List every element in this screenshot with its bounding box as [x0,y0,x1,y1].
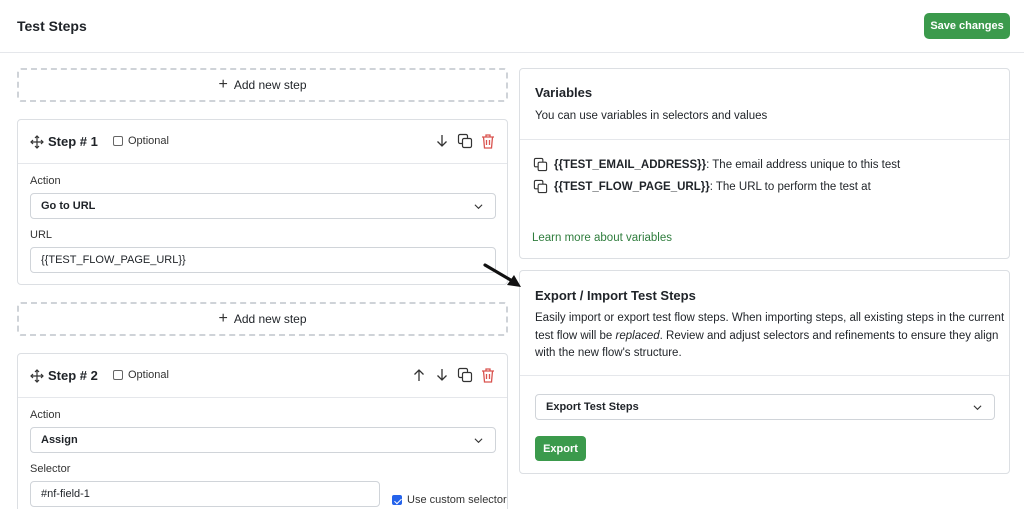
plus-icon: + [218,76,228,93]
action-select[interactable]: Assign [30,427,496,453]
action-select-value: Assign [41,434,78,446]
copy-icon[interactable] [533,179,548,194]
variables-panel: Variables You can use variables in selec… [519,68,1010,259]
divider [520,375,1009,376]
checkbox-box[interactable] [113,370,123,380]
annotation-arrow-icon [483,263,521,287]
variable-name: {{TEST_FLOW_PAGE_URL}} [554,180,710,193]
description-line: Easily import or export test flow steps.… [535,312,1005,324]
move-down-icon[interactable] [434,133,450,149]
save-changes-button[interactable]: Save changes [924,13,1010,39]
export-import-title: Export / Import Test Steps [535,288,696,303]
step-card: Step # 2 Optional Action Assign Selector… [17,353,508,509]
divider [520,139,1009,140]
selector-input[interactable]: #nf-field-1 [30,481,380,507]
delete-icon[interactable] [480,367,496,383]
add-new-step-button[interactable]: + Add new step [17,68,508,102]
move-down-icon[interactable] [434,367,450,383]
variable-description: : The email address unique to this test [706,158,901,171]
export-import-description: Easily import or export test flow steps.… [535,310,1005,363]
description-emphasis: replaced [615,329,660,342]
use-custom-selector-checkbox[interactable]: Use custom selector [392,494,507,506]
step-title: Step # 1 [48,134,98,149]
plus-icon: + [218,310,228,327]
step-header: Step # 1 Optional [18,120,507,164]
variable-item: {{TEST_FLOW_PAGE_URL}} : The URL to perf… [533,179,871,194]
variables-title: Variables [535,85,593,100]
action-select[interactable]: Go to URL [30,193,496,219]
variable-item: {{TEST_EMAIL_ADDRESS}} : The email addre… [533,157,900,172]
variables-description: You can use variables in selectors and v… [535,110,768,122]
description-line: with the new flow's structure. [535,347,682,359]
export-button[interactable]: Export [535,436,586,461]
add-new-step-label: Add new step [233,78,307,92]
drag-handle-icon[interactable] [30,135,44,149]
action-label: Action [30,175,61,187]
description-text: test flow will be [535,329,616,342]
chevron-down-icon [973,405,982,411]
page-header: Test Steps Save changes [0,0,1024,53]
checkbox-box[interactable] [113,136,123,146]
variable-description: : The URL to perform the test at [709,180,871,193]
learn-more-link[interactable]: Learn more about variables [532,232,672,244]
description-line: test flow will be replaced. Review and a… [535,328,1005,346]
export-import-panel: Export / Import Test Steps Easily import… [519,270,1010,474]
chevron-down-icon [474,204,483,210]
action-select-value: Go to URL [41,200,96,212]
export-mode-select[interactable]: Export Test Steps [535,394,995,420]
page-title: Test Steps [17,18,87,34]
action-label: Action [30,409,61,421]
add-new-step-button[interactable]: + Add new step [17,302,508,336]
optional-label: Optional [128,135,169,147]
step-card: Step # 1 Optional Action Go to URL URL {… [17,119,508,285]
duplicate-icon[interactable] [457,367,473,383]
add-new-step-label: Add new step [233,312,307,326]
copy-icon[interactable] [533,157,548,172]
selector-label: Selector [30,463,71,475]
url-label: URL [30,229,53,241]
drag-handle-icon[interactable] [30,369,44,383]
optional-checkbox[interactable]: Optional [113,135,169,147]
step-header: Step # 2 Optional [18,354,507,398]
step-title: Step # 2 [48,368,98,383]
url-input-value: {{TEST_FLOW_PAGE_URL}} [41,254,186,266]
url-input[interactable]: {{TEST_FLOW_PAGE_URL}} [30,247,496,273]
description-text: . Review and adjust selectors and refine… [659,329,999,342]
optional-checkbox[interactable]: Optional [113,369,169,381]
use-custom-selector-label: Use custom selector [407,494,507,506]
chevron-down-icon [474,438,483,444]
checkbox-box[interactable] [392,495,402,505]
export-mode-value: Export Test Steps [546,401,639,413]
selector-input-value: #nf-field-1 [41,488,90,500]
duplicate-icon[interactable] [457,133,473,149]
optional-label: Optional [128,369,169,381]
move-up-icon[interactable] [411,367,427,383]
delete-icon[interactable] [480,133,496,149]
variable-name: {{TEST_EMAIL_ADDRESS}} [554,158,707,171]
